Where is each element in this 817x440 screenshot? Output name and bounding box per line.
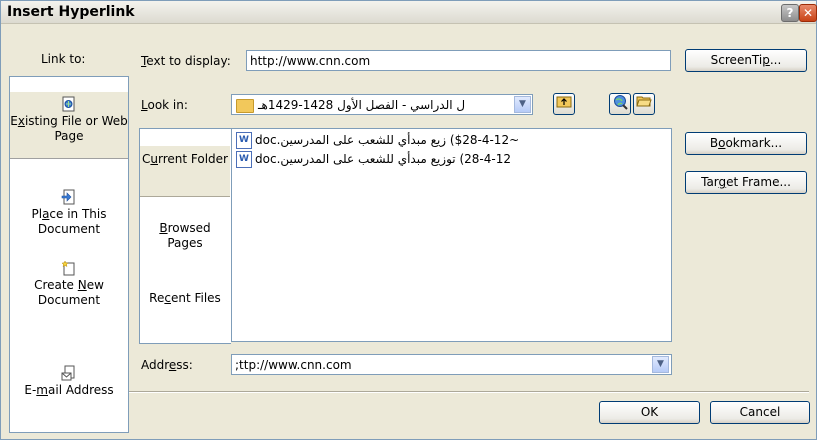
title-bar[interactable]: Insert Hyperlink ? ✕ bbox=[1, 1, 817, 24]
file-list[interactable]: W ~$28-4-12) زيع مبدأي للشعب على المدرسين… bbox=[231, 128, 672, 342]
text-to-display-input[interactable]: http://www.cnn.com bbox=[246, 50, 671, 71]
target-frame-label-key: g bbox=[718, 175, 727, 189]
bookmark-button[interactable]: Bookmark... bbox=[685, 132, 807, 155]
folder-icon bbox=[236, 98, 254, 113]
tab-recent-b: ent Files bbox=[170, 291, 221, 305]
tab-current-b: rrent Folder bbox=[158, 152, 228, 166]
look-in-combo[interactable]: ل الدراسي - الفصل الأول 1428-1429هـ bbox=[231, 94, 533, 115]
look-in-label: Look in: bbox=[141, 98, 188, 112]
screentip-label-key: p bbox=[762, 53, 770, 67]
file-name: ~$28-4-12) زيع مبدأي للشعب على المدرسين.… bbox=[255, 133, 520, 147]
text-to-display-label: Text to display: bbox=[141, 54, 231, 68]
target-frame-button[interactable]: Target Frame... bbox=[685, 171, 807, 194]
address-value: ;ttp://www.cnn.com bbox=[235, 358, 352, 372]
link-to-panel: Existing File or Web Page Place in This … bbox=[9, 76, 129, 433]
browse-web-button[interactable] bbox=[609, 93, 631, 115]
tab-recent-key: c bbox=[164, 291, 171, 305]
email-label-b: ail Address bbox=[48, 383, 114, 397]
link-to-label: Link to: bbox=[41, 52, 86, 66]
cancel-button[interactable]: Cancel bbox=[710, 401, 810, 424]
link-to-existing-file[interactable]: Existing File or Web Page bbox=[10, 91, 128, 159]
open-folder-icon bbox=[636, 96, 652, 107]
address-dropdown-button[interactable]: ▼ bbox=[652, 356, 669, 373]
email-label-key: m bbox=[36, 383, 48, 397]
tab-browsed-b: rowsed Pages bbox=[167, 221, 211, 250]
up-one-folder-button[interactable] bbox=[553, 93, 575, 115]
tab-browsed-key: B bbox=[159, 221, 168, 235]
new-doc-label-key: N bbox=[77, 278, 87, 292]
divider bbox=[129, 391, 809, 393]
existing-file-label-b: isting File or Web Page bbox=[24, 114, 128, 143]
word-document-icon: W bbox=[236, 132, 252, 149]
tab-recent-a: Re bbox=[149, 291, 165, 305]
list-item[interactable]: W 28-4-12) توزيع مبدأي للشعب على المدرسين… bbox=[236, 151, 511, 168]
place-label-a: Pl bbox=[31, 207, 43, 221]
existing-file-label-a: E bbox=[10, 114, 18, 128]
look-in-value: ل الدراسي - الفصل الأول 1428-1429هـ bbox=[258, 98, 466, 112]
new-doc-label-a: Create bbox=[34, 278, 78, 292]
link-to-new-document[interactable]: Create New Document bbox=[10, 260, 128, 310]
new-document-icon bbox=[61, 260, 75, 276]
link-to-email-address[interactable]: E-mail Address bbox=[10, 365, 128, 410]
place-label-b: ce in This Document bbox=[37, 207, 107, 236]
tab-recent-files[interactable]: Recent Files bbox=[140, 291, 230, 327]
screentip-label-b: ... bbox=[769, 53, 782, 67]
word-document-icon: W bbox=[236, 151, 252, 168]
browse-tabs: Current Folder Browsed Pages Recent File… bbox=[139, 128, 231, 344]
address-combo[interactable]: ;ttp://www.cnn.com bbox=[231, 354, 672, 375]
tab-current-folder[interactable]: Current Folder bbox=[140, 145, 230, 197]
browse-web-icon bbox=[614, 95, 628, 110]
existing-file-icon bbox=[62, 96, 75, 112]
place-in-document-icon bbox=[61, 189, 75, 205]
browse-file-button[interactable] bbox=[633, 93, 655, 115]
dialog-title: Insert Hyperlink bbox=[7, 4, 135, 20]
target-frame-label-b: et Frame... bbox=[726, 175, 791, 189]
tab-current-key: u bbox=[150, 152, 158, 166]
look-in-rest: ook in: bbox=[147, 98, 188, 112]
list-item[interactable]: W ~$28-4-12) زيع مبدأي للشعب على المدرسين… bbox=[236, 132, 519, 149]
address-label-a: Addr bbox=[141, 358, 169, 372]
ok-button[interactable]: OK bbox=[599, 401, 700, 424]
help-button[interactable]: ? bbox=[781, 4, 799, 22]
bookmark-label-a: B bbox=[709, 136, 719, 150]
look-in-dropdown-button[interactable]: ▼ bbox=[514, 96, 531, 113]
file-name: 28-4-12) توزيع مبدأي للشعب على المدرسين.… bbox=[255, 152, 511, 166]
screentip-button[interactable]: ScreenTip... bbox=[685, 49, 807, 72]
close-button[interactable]: ✕ bbox=[799, 4, 817, 22]
text-to-display-rest: ext to display: bbox=[146, 54, 231, 68]
address-label-b: ss: bbox=[176, 358, 193, 372]
existing-file-label-key: x bbox=[17, 114, 25, 128]
bookmark-label-b: okmark... bbox=[725, 136, 783, 150]
address-label: Address: bbox=[141, 358, 193, 372]
target-frame-label-a: Tar bbox=[701, 175, 719, 189]
email-address-icon bbox=[61, 365, 75, 381]
link-to-place-in-document[interactable]: Place in This Document bbox=[10, 189, 128, 239]
insert-hyperlink-dialog: Insert Hyperlink ? ✕ Link to: Existing F… bbox=[0, 0, 817, 440]
screentip-label-a: ScreenTi bbox=[710, 53, 763, 67]
tab-browsed-pages[interactable]: Browsed Pages bbox=[140, 221, 230, 257]
email-label-a: E- bbox=[24, 383, 37, 397]
up-folder-icon bbox=[556, 96, 572, 108]
